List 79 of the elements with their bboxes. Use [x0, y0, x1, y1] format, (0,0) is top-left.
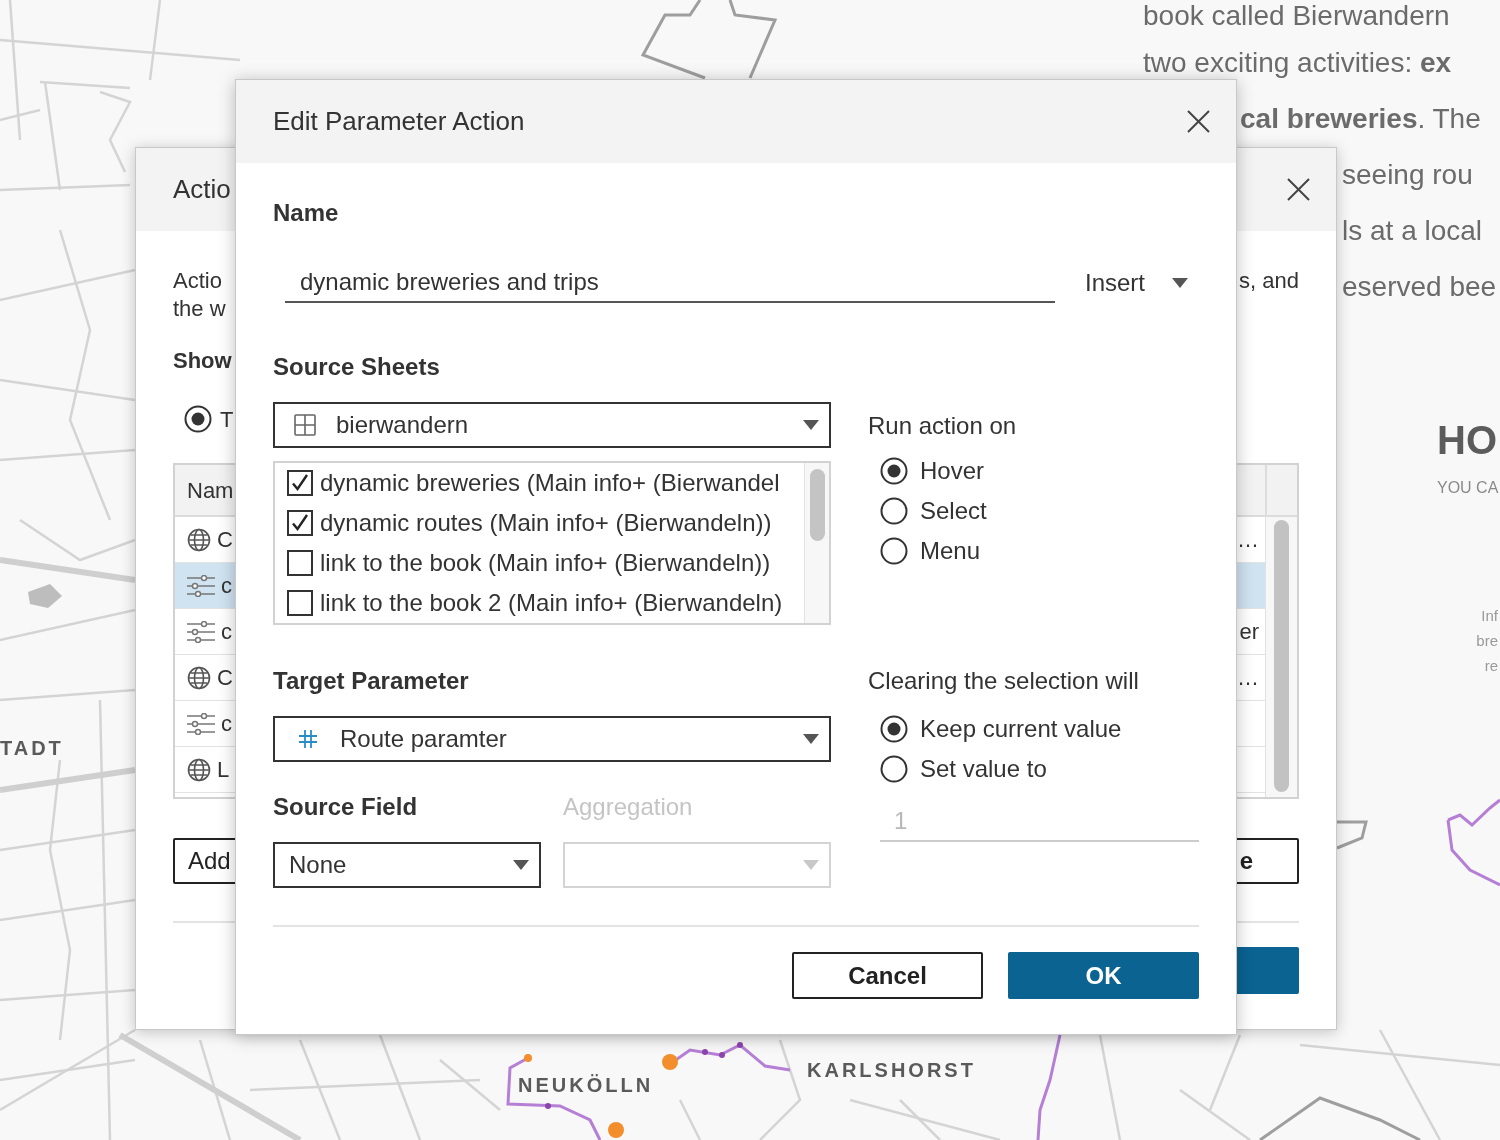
checkbox[interactable] [287, 470, 313, 496]
article-text: book called Bierwandern [1143, 0, 1450, 32]
section-label: Source Field [273, 793, 418, 821]
table-cell-text: … [1237, 526, 1259, 554]
globe-icon [187, 665, 211, 690]
table-cell-text: c [221, 618, 232, 646]
ok-button[interactable]: OK [1008, 952, 1199, 999]
globe-icon [187, 757, 211, 782]
field-dropdown[interactable]: None [273, 842, 541, 888]
description-text: the w [173, 295, 226, 323]
radio-label: Set value to [920, 754, 1047, 784]
note-text: re [1484, 656, 1498, 676]
field-label: Aggregation [563, 793, 693, 821]
dialog-title: Actio [173, 173, 231, 206]
note-text: Inf [1481, 606, 1498, 626]
radio-label: Keep current value [920, 714, 1122, 744]
table-cell-text: L [217, 756, 230, 784]
field-label: Name [273, 199, 339, 227]
table-cell-text: C [217, 664, 233, 692]
radio-button[interactable] [184, 405, 212, 433]
globe-icon [187, 527, 211, 552]
close-icon[interactable] [1287, 178, 1310, 201]
caret-icon [1172, 278, 1188, 288]
group-label: Run action on [868, 412, 1017, 440]
table-cell-text: er [1239, 618, 1259, 646]
caret-icon [803, 860, 819, 870]
article-text: cal breweries. The [1240, 103, 1481, 135]
note-text: bre [1476, 631, 1498, 651]
table-cell-text: C [217, 526, 233, 554]
scrollbar-thumb[interactable] [1274, 520, 1289, 792]
section-subheading: YOU CA [1437, 478, 1499, 498]
sheet-label: dynamic breweries (Main info+ (Bierwandel [320, 468, 780, 498]
radio-button[interactable] [880, 755, 908, 783]
description-text: s, and [1239, 267, 1299, 295]
dialog-title: Edit Parameter Action [273, 105, 525, 138]
caret-icon [803, 420, 819, 430]
scrollbar-thumb[interactable] [809, 469, 825, 541]
insert-dropdown[interactable]: Insert [1085, 263, 1199, 303]
cancel-button[interactable]: Cancel [792, 952, 983, 999]
grid-icon [294, 414, 316, 436]
map-label: TADT [0, 736, 64, 761]
radio-label: Select [920, 496, 987, 526]
show-label: Show [173, 347, 232, 375]
table-cell-text: c [221, 572, 232, 600]
section-heading: HO [1437, 418, 1497, 462]
parameter-dropdown[interactable]: Route paramter [273, 716, 831, 762]
sliders-icon [187, 574, 215, 597]
section-label: Target Parameter [273, 667, 469, 695]
column-header: Nam [187, 476, 234, 505]
radio-button[interactable] [880, 457, 908, 485]
table-cell-text: … [1237, 664, 1259, 692]
checkbox[interactable] [287, 590, 313, 616]
radio-label: Menu [920, 536, 981, 566]
radio-button[interactable] [880, 537, 908, 565]
caret-icon [513, 860, 529, 870]
article-text: ls at a local [1342, 215, 1483, 247]
sliders-icon [187, 620, 215, 643]
close-icon[interactable] [1187, 110, 1210, 133]
radio-button[interactable] [880, 715, 908, 743]
sheet-dropdown[interactable]: bierwandern [273, 402, 831, 448]
checkbox[interactable] [287, 550, 313, 576]
article-text: two exciting activities: ex [1143, 47, 1452, 79]
sliders-icon [187, 712, 215, 735]
table-cell-text: c [221, 710, 232, 738]
radio-button[interactable] [880, 497, 908, 525]
article-text: eserved bee [1342, 271, 1497, 303]
checkbox[interactable] [287, 510, 313, 536]
hash-icon [298, 729, 318, 749]
sheet-label: dynamic routes (Main info+ (Bierwandeln)) [320, 508, 772, 538]
group-label: Clearing the selection will [868, 667, 1139, 695]
article-text: seeing rou [1342, 159, 1473, 191]
radio-label: Hover [920, 456, 985, 486]
sheet-label: link to the book 2 (Main info+ (Bierwandeln) [320, 588, 783, 618]
map-label: KARLSHORST [807, 1058, 976, 1083]
radio-label: T [220, 405, 234, 434]
sheet-label: link to the book (Main info+ (Bierwandeln)) [320, 548, 771, 578]
description-text: Actio [173, 267, 222, 295]
section-label: Source Sheets [273, 353, 440, 381]
caret-icon [803, 734, 819, 744]
